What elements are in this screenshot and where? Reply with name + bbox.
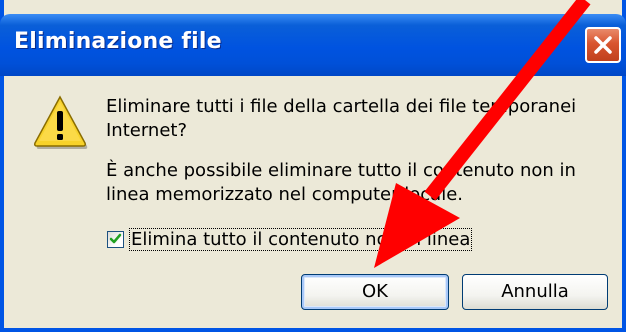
message-line-2: Internet? xyxy=(106,120,188,141)
dialog-title: Eliminazione file xyxy=(14,29,222,54)
cancel-button[interactable]: Annulla xyxy=(462,274,608,310)
ok-button[interactable]: OK xyxy=(301,274,449,310)
offline-content-checkbox-label[interactable]: Elimina tutto il contenuto non in linea xyxy=(128,227,473,251)
warning-icon xyxy=(32,94,88,154)
offline-content-option[interactable]: Elimina tutto il contenuto non in linea xyxy=(107,227,473,251)
close-button[interactable] xyxy=(585,27,621,63)
offline-content-checkbox[interactable] xyxy=(107,230,124,248)
close-icon xyxy=(594,36,612,54)
message-line-1: Eliminare tutti i file della cartella de… xyxy=(106,96,577,117)
message-line-4: linea memorizzato nel computer locale. xyxy=(106,184,463,205)
check-icon xyxy=(109,233,122,243)
message-line-3: È anche possibile eliminare tutto il con… xyxy=(106,160,576,181)
